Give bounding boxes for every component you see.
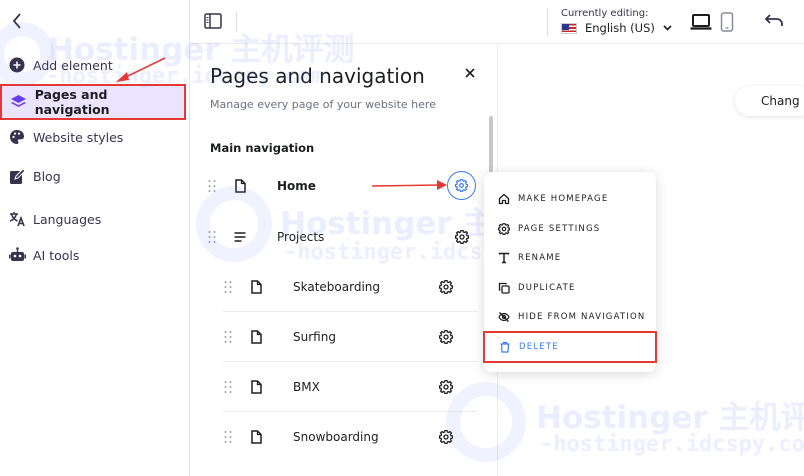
desktop-view-button[interactable] [690, 12, 712, 32]
drag-handle-icon[interactable] [223, 380, 233, 394]
drag-handle-icon[interactable] [223, 330, 233, 344]
menu-item-label: PAGE SETTINGS [518, 224, 601, 234]
undo-button[interactable] [764, 13, 784, 29]
menu-item-hide-from-navigation[interactable]: HIDE FROM NAVIGATION [484, 302, 656, 332]
mobile-icon [720, 12, 734, 32]
scrollbar[interactable] [489, 116, 493, 174]
edit-icon [8, 167, 26, 185]
panel-subtitle: Manage every page of your website here [210, 98, 436, 111]
robot-icon [8, 246, 26, 264]
menu-item-rename[interactable]: RENAME [484, 243, 656, 273]
page-label: BMX [293, 379, 320, 394]
page-icon [251, 430, 262, 444]
sidebar-item-blog[interactable]: Blog [0, 158, 186, 194]
sidebar-item-label: Website styles [33, 129, 124, 145]
sidebar-item-label: Blog [33, 168, 61, 184]
menu-item-make-homepage[interactable]: MAKE HOMEPAGE [484, 184, 656, 214]
sidebar-item-label: AI tools [33, 247, 80, 263]
mobile-view-button[interactable] [720, 12, 734, 32]
palette-icon [8, 128, 26, 146]
menu-item-label: DUPLICATE [518, 283, 576, 293]
sidebar-item-label: Languages [33, 211, 102, 227]
menu-item-duplicate[interactable]: DUPLICATE [484, 273, 656, 303]
change-button[interactable]: Chang [735, 86, 804, 116]
page-icon [251, 329, 262, 344]
translate-icon [8, 210, 26, 228]
drag-handle-icon[interactable] [223, 430, 233, 444]
gear-icon [455, 179, 468, 192]
close-icon [465, 68, 475, 78]
home-icon [498, 193, 510, 205]
menu-item-page-settings[interactable]: PAGE SETTINGS [484, 214, 656, 244]
sidebar-item-languages[interactable]: Languages [0, 201, 186, 237]
menu-item-label: HIDE FROM NAVIGATION [518, 312, 646, 322]
menu-item-label: MAKE HOMEPAGE [518, 194, 609, 204]
section-title: Main navigation [210, 141, 315, 155]
undo-icon [764, 14, 783, 26]
gear-icon [498, 223, 510, 235]
drag-handle-icon[interactable] [223, 280, 233, 294]
layers-icon [10, 93, 28, 111]
gear-icon[interactable] [439, 329, 453, 344]
chevron-down-icon [663, 25, 672, 31]
page-settings-button-active[interactable] [447, 171, 476, 200]
editing-label: Currently editing: [561, 8, 649, 19]
language-value: English (US) [585, 21, 655, 35]
sidebar-item-ai-tools[interactable]: AI tools [0, 237, 186, 273]
sidebar-item-label: Pages and navigation [34, 87, 110, 117]
eye-off-icon [498, 312, 510, 322]
watermark-text: Hostinger 主机评测 [536, 400, 804, 436]
page-label: Snowboarding [293, 430, 379, 444]
page-icon [251, 279, 262, 294]
watermark-logo [196, 186, 272, 262]
page-row-surfing[interactable]: Surfing [223, 312, 477, 362]
menu-item-label: DELETE [519, 342, 559, 352]
gear-icon[interactable] [439, 379, 453, 394]
copy-icon [498, 282, 510, 294]
page-icon [251, 379, 262, 394]
menu-item-label: RENAME [518, 253, 562, 263]
laptop-icon [690, 14, 712, 30]
page-row-skateboarding[interactable]: Skateboarding [223, 262, 477, 312]
watermark-logo [446, 382, 526, 462]
page-row-snowboarding[interactable]: Snowboarding [223, 412, 477, 462]
us-flag-icon [561, 22, 577, 34]
page-label: Skateboarding [293, 279, 381, 294]
gear-icon[interactable] [439, 279, 453, 294]
watermark-url: -hostinger.idcspy.com [46, 64, 325, 89]
language-select[interactable]: English (US) [561, 21, 672, 35]
sidebar-item-pages-and-navigation[interactable]: Pages and navigation [0, 84, 186, 120]
watermark-text: Hostinger 主机评测 [48, 32, 355, 68]
close-button[interactable] [464, 64, 476, 78]
page-label: Home [277, 179, 316, 193]
page-row-bmx[interactable]: BMX [223, 362, 477, 412]
page-context-menu: MAKE HOMEPAGE PAGE SETTINGS RENAME DUPLI… [483, 172, 657, 372]
page-label: Surfing [293, 329, 336, 344]
divider [547, 8, 548, 36]
text-icon [498, 252, 510, 264]
trash-icon [500, 341, 510, 353]
menu-item-delete[interactable]: DELETE [483, 331, 657, 363]
watermark-url: -hostinger.idcspy.com [540, 432, 804, 457]
sidebar-item-website-styles[interactable]: Website styles [0, 119, 186, 155]
